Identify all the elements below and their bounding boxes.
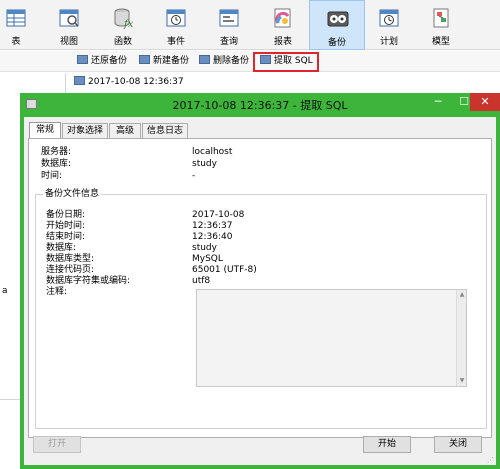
- toolbar-backup-button[interactable]: 备份: [309, 0, 365, 50]
- charset-value: utf8: [192, 276, 211, 286]
- notes-scrollbar[interactable]: ▲ ▼: [456, 290, 466, 386]
- highlight-annotation-box: [253, 52, 319, 72]
- end-time-value: 12:36:40: [192, 232, 233, 242]
- general-tab-panel: 服务器: localhost 数据库: study 时间: - 备份文件信息 备…: [28, 138, 492, 438]
- new-backup-icon: [139, 55, 150, 64]
- start-time-value: 12:36:37: [192, 221, 233, 231]
- toolbar-model-button[interactable]: 模型: [413, 0, 469, 50]
- server-value: localhost: [192, 147, 233, 157]
- db-type-value: MySQL: [192, 254, 223, 264]
- notes-label: 注释:: [46, 287, 68, 297]
- delete-backup-button[interactable]: 删除备份: [199, 54, 249, 69]
- toolbar-backup-label: 备份: [327, 38, 346, 48]
- tab-info-log[interactable]: 信息日志: [142, 123, 188, 138]
- delete-backup-icon: [199, 55, 210, 64]
- function-icon: fx: [114, 8, 134, 29]
- toolbar-function-button[interactable]: fx 函数: [95, 0, 151, 50]
- toolbar-query-button[interactable]: 查询: [201, 0, 257, 50]
- backup-db-value: study: [192, 243, 217, 253]
- codepage-value: 65001 (UTF-8): [192, 265, 257, 275]
- database-value: study: [192, 159, 217, 169]
- report-icon: [274, 8, 291, 28]
- tab-object-selection[interactable]: 对象选择: [62, 123, 108, 138]
- tab-general[interactable]: 常规: [29, 122, 61, 139]
- table-icon: [6, 9, 26, 27]
- toolbar-event-button[interactable]: 事件: [148, 0, 204, 50]
- tab-advanced[interactable]: 高级: [109, 123, 141, 138]
- dialog-titlebar[interactable]: 2017-10-08 12:36:37 - 提取 SQL ─ ☐ ✕: [20, 93, 500, 117]
- toolbar-report-label: 报表: [273, 37, 292, 47]
- query-icon: [219, 9, 239, 27]
- main-toolbar: 表 视图 fx 函数 事件 查询 报表 备份 计划 模型: [0, 0, 500, 50]
- svg-text:fx: fx: [123, 19, 134, 29]
- start-time-label: 开始时间:: [46, 221, 86, 231]
- new-backup-button[interactable]: 新建备份: [139, 54, 189, 69]
- backup-info-title: 备份文件信息: [43, 189, 102, 200]
- server-label: 服务器:: [41, 147, 72, 157]
- time-value: -: [192, 171, 196, 181]
- toolbar-event-label: 事件: [166, 37, 185, 47]
- end-time-label: 结束时间:: [46, 232, 86, 242]
- notes-textarea[interactable]: ▲ ▼: [196, 289, 467, 387]
- charset-label: 数据库字符集或编码:: [46, 276, 131, 286]
- toolbar-view-button[interactable]: 视图: [41, 0, 97, 50]
- minimize-button[interactable]: ─: [425, 93, 451, 111]
- scroll-up-arrow-icon[interactable]: ▲: [458, 291, 466, 299]
- restore-backup-button[interactable]: 还原备份: [77, 54, 127, 69]
- open-button[interactable]: 打开: [33, 436, 81, 453]
- schedule-icon: [379, 9, 399, 27]
- backup-list-item[interactable]: 2017-10-08 12:36:37: [74, 75, 184, 89]
- sidebar-text-fragment: a: [2, 286, 8, 296]
- start-button[interactable]: 开始: [363, 436, 411, 453]
- close-button[interactable]: 关闭: [434, 436, 482, 453]
- model-icon: [433, 8, 449, 28]
- backup-date-value: 2017-10-08: [192, 210, 245, 220]
- backup-file-icon: [74, 76, 85, 85]
- toolbar-schedule-button[interactable]: 计划: [361, 0, 417, 50]
- time-label: 时间:: [41, 171, 63, 181]
- toolbar-function-label: 函数: [113, 37, 132, 47]
- toolbar-query-label: 查询: [219, 37, 238, 47]
- db-type-label: 数据库类型:: [46, 254, 95, 264]
- backup-date-label: 备份日期:: [46, 210, 86, 220]
- toolbar-table-label: 表: [11, 37, 21, 47]
- database-label: 数据库:: [41, 159, 72, 169]
- close-window-button[interactable]: ✕: [470, 93, 500, 111]
- scroll-down-arrow-icon[interactable]: ▼: [458, 377, 466, 385]
- toolbar-table-button[interactable]: 表: [0, 0, 44, 50]
- backup-db-label: 数据库:: [46, 243, 77, 253]
- toolbar-schedule-label: 计划: [379, 37, 398, 47]
- extract-sql-dialog: 2017-10-08 12:36:37 - 提取 SQL ─ ☐ ✕ 常规 对象…: [20, 93, 500, 469]
- backup-subtoolbar: 还原备份 新建备份 删除备份 提取 SQL: [0, 51, 500, 72]
- resize-grip-icon[interactable]: ⋰: [487, 456, 495, 464]
- toolbar-view-label: 视图: [59, 37, 78, 47]
- backup-icon: [327, 11, 349, 27]
- toolbar-report-button[interactable]: 报表: [255, 0, 311, 50]
- event-clock-icon: [166, 9, 186, 27]
- restore-backup-icon: [77, 55, 88, 64]
- view-icon: [59, 9, 79, 27]
- dialog-body: 常规 对象选择 高级 信息日志 服务器: localhost 数据库: stud…: [24, 117, 496, 465]
- panel-divider-bottom: [0, 399, 22, 400]
- toolbar-model-label: 模型: [431, 37, 450, 47]
- codepage-label: 连接代码页:: [46, 265, 95, 275]
